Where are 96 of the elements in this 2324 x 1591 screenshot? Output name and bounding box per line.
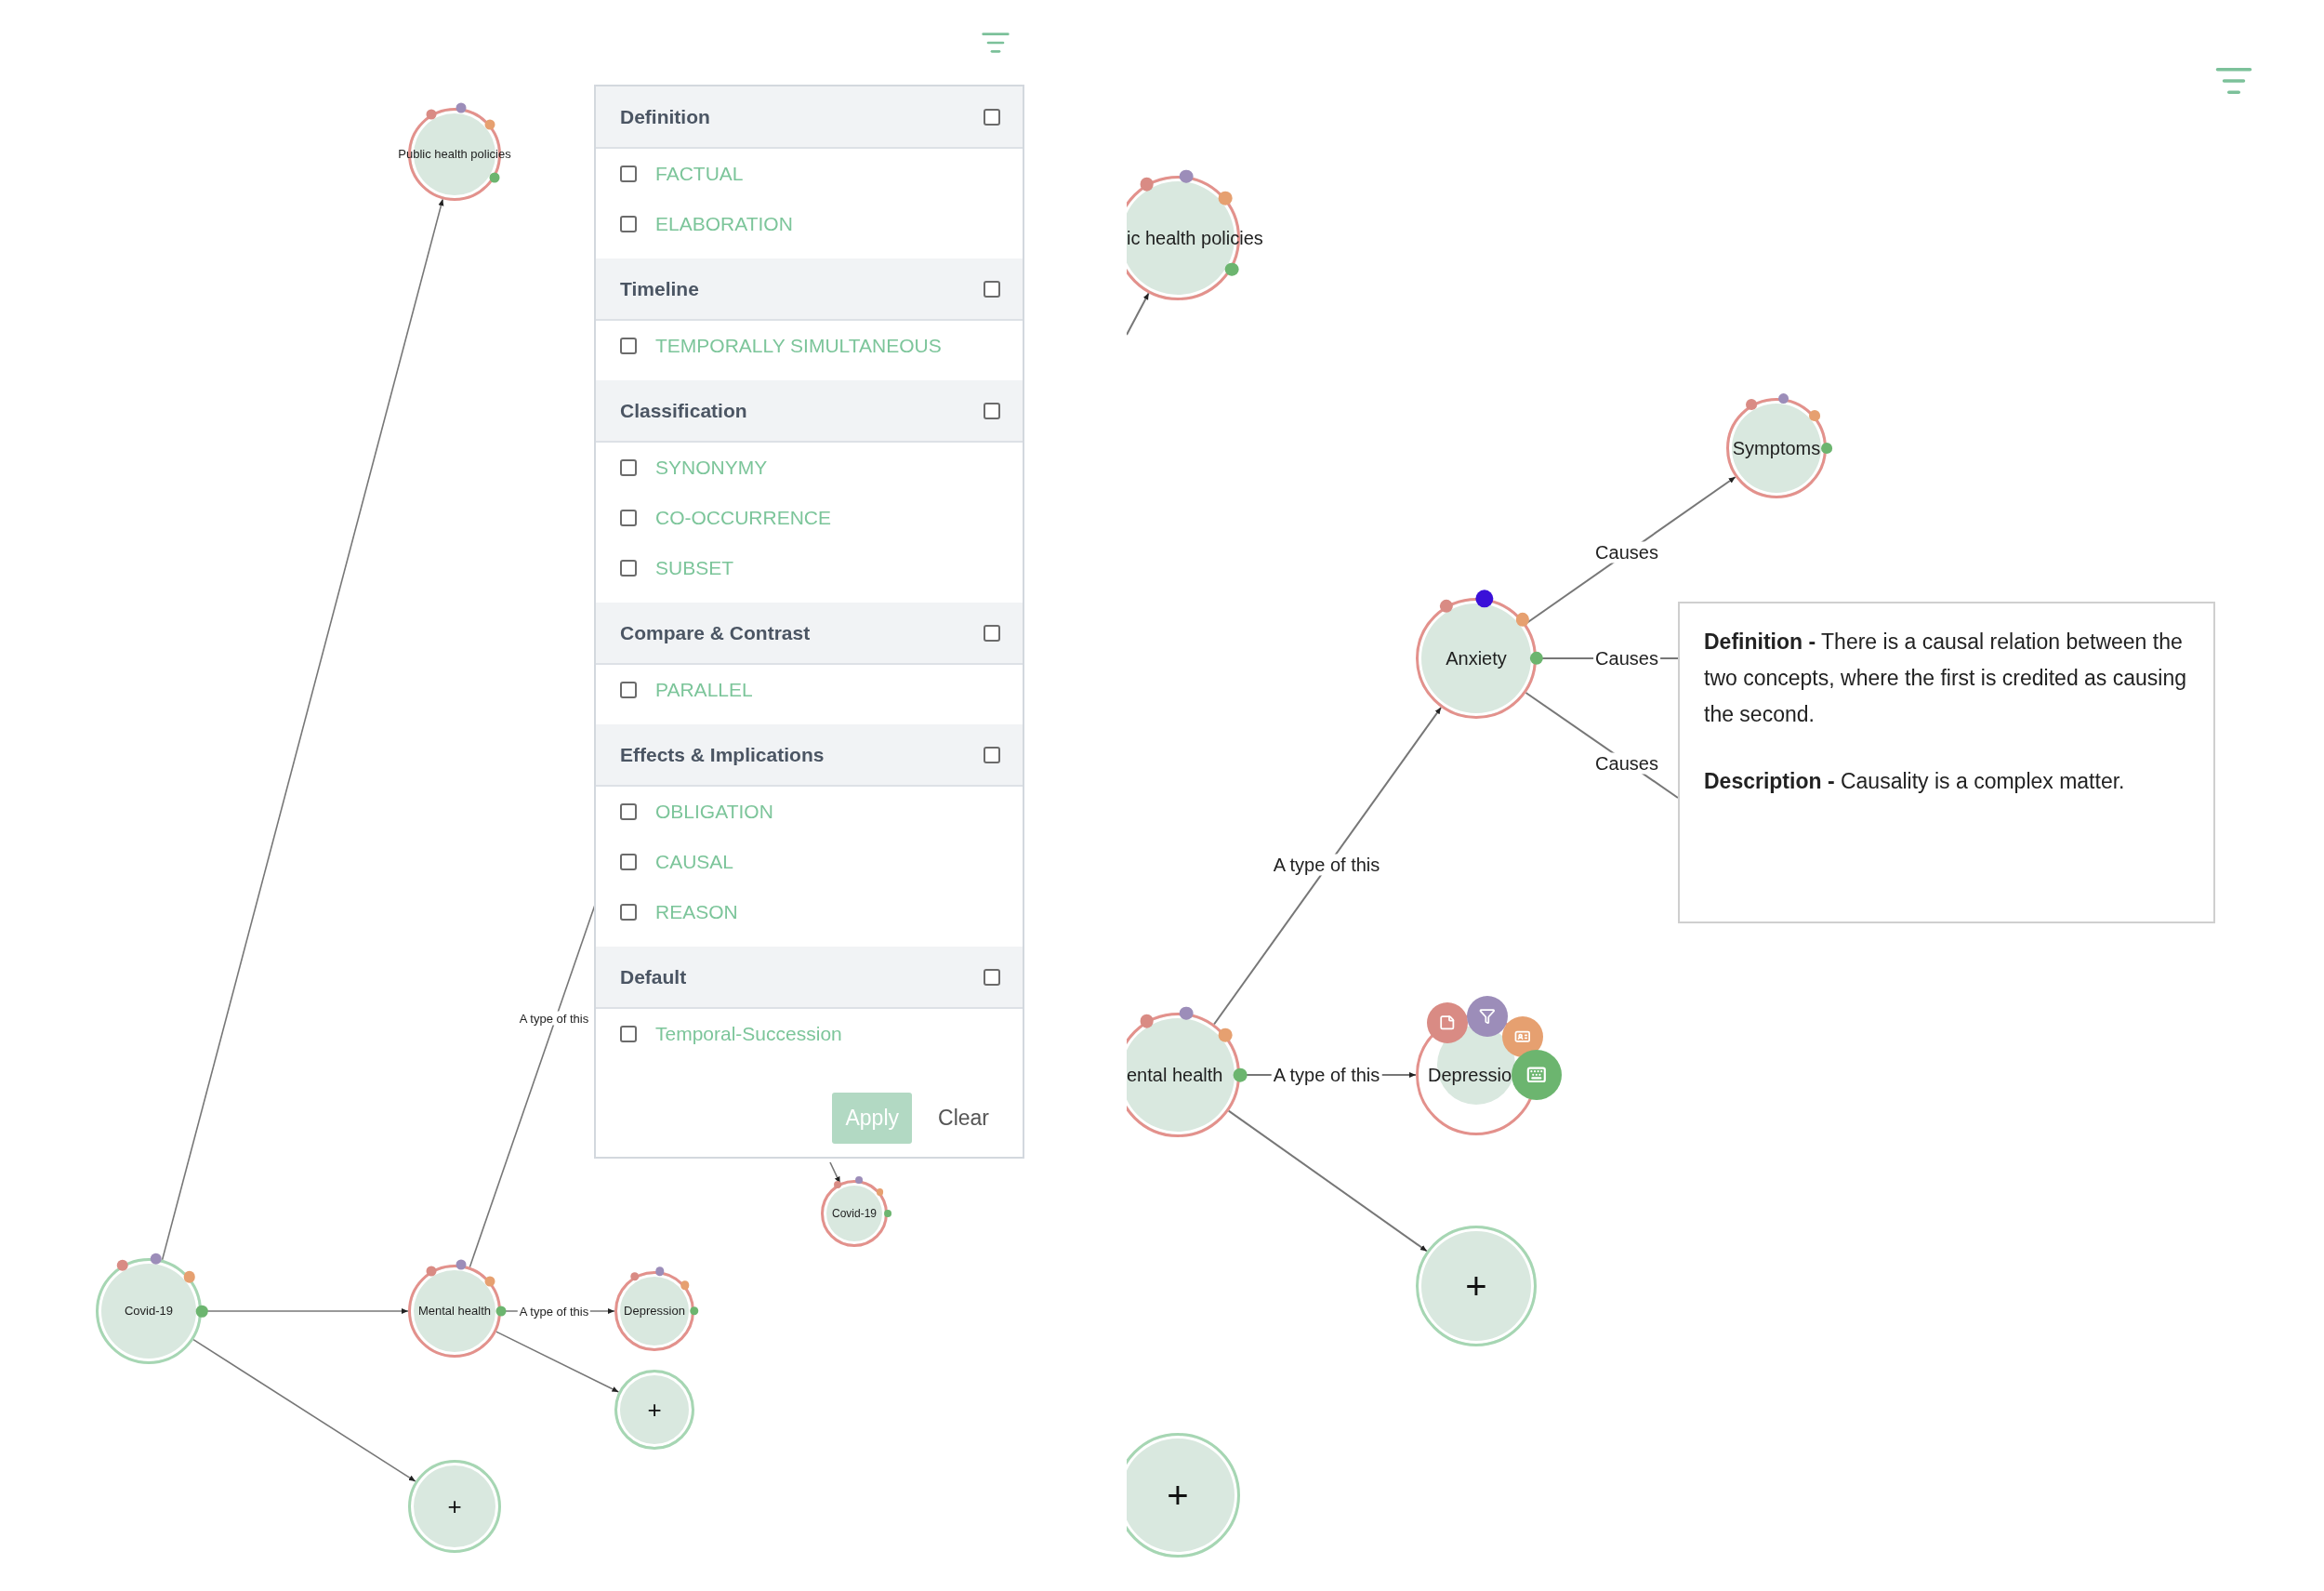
add-node-button[interactable]: + [408,1460,501,1553]
port-dot[interactable] [195,1305,208,1318]
checkbox[interactable] [984,402,1000,419]
group-title: Effects & Implications [620,743,825,766]
port-dot[interactable] [1140,1014,1154,1028]
port-dot[interactable] [834,1180,841,1188]
checkbox[interactable] [984,108,1000,126]
node-label: ental health [1127,1064,1223,1086]
checkbox[interactable] [620,338,637,354]
option-label[interactable]: SUBSET [655,557,734,579]
checkbox[interactable] [984,280,1000,298]
id-card-icon [1514,1028,1531,1045]
option-label[interactable]: FACTUAL [655,163,744,185]
port-dot[interactable] [456,1260,467,1270]
checkbox[interactable] [620,904,637,921]
port-dot[interactable] [484,1276,495,1287]
port-dot[interactable] [1218,191,1233,206]
port-dot[interactable] [116,1259,128,1271]
checkbox[interactable] [620,216,637,232]
option-label[interactable]: CO-OCCURRENCE [655,507,831,529]
node-label: Symptoms [1732,437,1821,459]
port-dot[interactable] [1746,399,1757,411]
checkbox[interactable] [620,166,637,182]
node-label: ic health policies [1127,227,1263,249]
node-label: Covid-19 [125,1304,173,1319]
port-dot[interactable] [495,1306,507,1317]
node-label: Anxiety [1446,647,1507,670]
checkbox[interactable] [984,968,1000,986]
group-title: Definition [620,105,710,128]
tooltip-text: Description - Causality is a complex matter. [1704,768,2126,795]
port-dot[interactable] [680,1280,690,1291]
tooltip-text: Definition - There is a causal relation between the two concepts, where the first is credited as causing the second. [1704,629,2188,728]
option-label[interactable]: TEMPORALLY SIMULTANEOUS [655,335,942,357]
port-dot[interactable] [1777,392,1789,404]
node-label: Depression [624,1304,685,1319]
port-dot[interactable] [1179,169,1194,183]
edge-label: A type of this [517,1011,591,1026]
add-node-button[interactable]: + [614,1370,694,1450]
option-label[interactable]: Temporal-Succession [655,1023,842,1045]
filter-icon [1479,1008,1496,1025]
port-dot[interactable] [1179,1006,1194,1020]
node-action-button[interactable] [1427,1002,1468,1043]
checkbox[interactable] [620,510,637,526]
port-dot[interactable] [1475,590,1494,608]
port-dot[interactable] [876,1187,884,1196]
checkbox[interactable] [620,1026,637,1042]
edge-label: Causes [1593,752,1660,775]
option-label[interactable]: ELABORATION [655,213,793,235]
checkbox[interactable] [620,560,637,577]
node-action-button[interactable] [1512,1050,1562,1100]
port-dot[interactable] [426,109,437,120]
group-title: Timeline [620,277,699,300]
keyboard-icon [1526,1065,1547,1085]
option-label[interactable]: OBLIGATION [655,801,773,823]
option-label[interactable]: PARALLEL [655,679,753,701]
option-label[interactable]: SYNONYMY [655,457,768,479]
port-dot[interactable] [183,1271,195,1283]
port-dot[interactable] [456,103,467,113]
port-dot[interactable] [690,1306,699,1316]
port-dot[interactable] [884,1210,891,1217]
node-action-button[interactable] [1467,996,1508,1037]
checkbox[interactable] [620,459,637,476]
port-dot[interactable] [855,1176,863,1185]
option-label[interactable]: REASON [655,901,738,923]
clear-button[interactable]: Clear [931,1093,997,1144]
checkbox[interactable] [620,854,637,870]
option-label[interactable]: CAUSAL [655,851,734,873]
checkbox[interactable] [984,624,1000,642]
port-dot[interactable] [1515,613,1529,627]
port-dot[interactable] [489,172,500,183]
edge-label: A type of this [1271,854,1382,876]
note-icon [1439,1014,1456,1031]
node-label: Depressio [1428,1064,1512,1086]
port-dot[interactable] [426,1266,437,1277]
node-label: Covid-19 [832,1206,877,1221]
port-dot[interactable] [1439,599,1453,613]
port-dot[interactable] [1809,410,1821,422]
checkbox[interactable] [620,803,637,820]
checkbox[interactable] [620,682,637,698]
edge-line [1127,292,1150,336]
group-title: Default [620,965,687,988]
port-dot[interactable] [150,1253,163,1265]
add-node-button[interactable]: + [1127,1433,1240,1558]
edge-label: Causes [1593,541,1660,563]
port-dot[interactable] [629,1272,640,1281]
group-title: Compare & Contrast [620,621,811,644]
add-node-button[interactable]: + [1416,1226,1537,1346]
port-dot[interactable] [484,119,495,130]
checkbox[interactable] [984,746,1000,763]
port-dot[interactable] [1821,443,1832,454]
port-dot[interactable] [1140,177,1154,192]
node-label: Mental health [417,1304,492,1319]
port-dot[interactable] [655,1266,665,1277]
port-dot[interactable] [1218,1028,1233,1042]
node-label: Public health policies [398,147,511,162]
group-title: Classification [620,399,747,422]
